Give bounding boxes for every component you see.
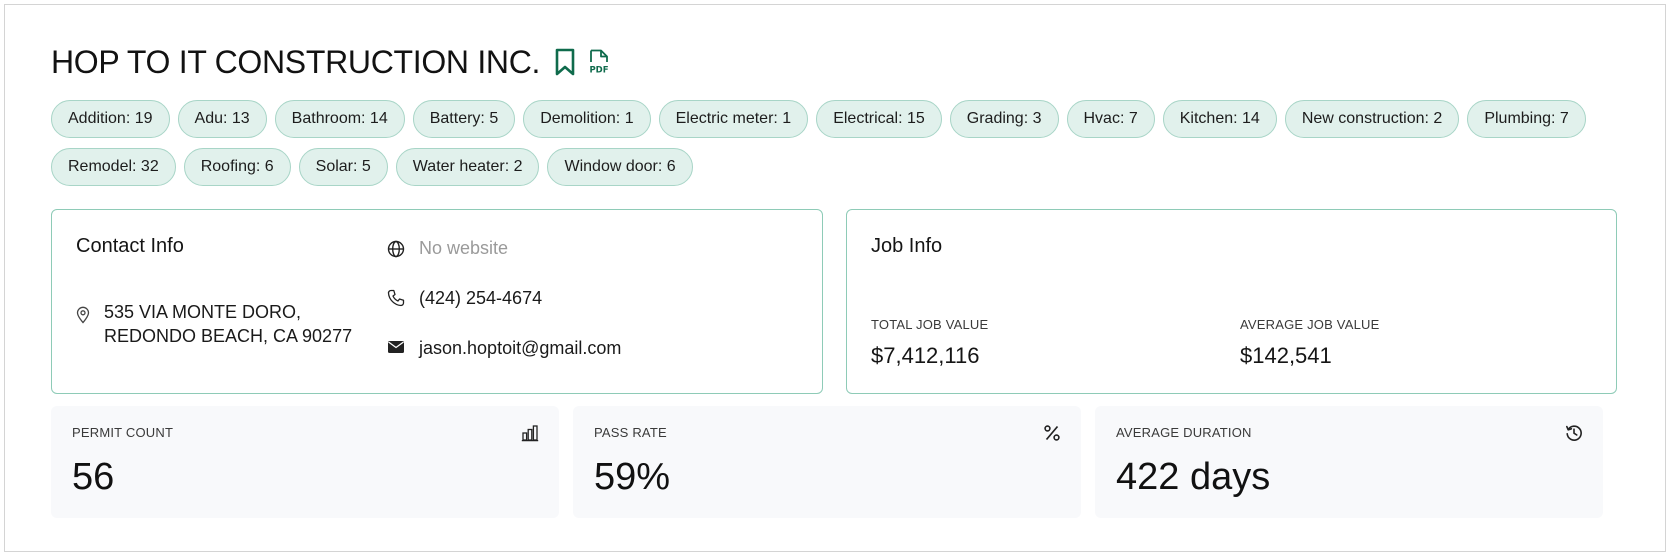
- contact-info-card: Contact Info 535 VIA MONTE DORO, REDONDO…: [51, 209, 823, 394]
- permit-type-tag[interactable]: Demolition: 1: [523, 100, 651, 138]
- permit-count-label: PERMIT COUNT: [72, 425, 174, 440]
- globe-icon: [385, 240, 407, 258]
- permit-count-card: PERMIT COUNT 56: [51, 406, 559, 518]
- address-line-2: REDONDO BEACH, CA 90277: [104, 326, 353, 346]
- company-name: HOP TO IT CONSTRUCTION INC.: [51, 43, 541, 80]
- permit-type-tag[interactable]: Hvac: 7: [1066, 100, 1155, 138]
- permit-type-tag[interactable]: Adu: 13: [177, 100, 267, 138]
- phone-icon: [385, 289, 407, 307]
- average-duration-label: AVERAGE DURATION: [1116, 425, 1252, 440]
- history-clock-icon: [1565, 424, 1583, 447]
- average-job-value-label: AVERAGE JOB VALUE: [1240, 317, 1380, 332]
- permit-type-tag[interactable]: Roofing: 6: [183, 148, 291, 186]
- website-value: No website: [419, 238, 509, 258]
- permit-type-tag[interactable]: Bathroom: 14: [274, 100, 405, 138]
- permit-type-tags: Addition: 19 Adu: 13 Bathroom: 14 Battery: …: [51, 100, 1611, 186]
- permit-type-tag[interactable]: Grading: 3: [949, 100, 1059, 138]
- total-job-value: $7,412,116: [871, 343, 980, 368]
- pass-rate-card: PASS RATE 59%: [573, 406, 1081, 518]
- job-info-title: Job Info: [871, 235, 943, 257]
- pass-rate-value: 59%: [594, 456, 671, 498]
- map-pin-icon: [72, 306, 94, 324]
- phone-row: (424) 254-4674: [385, 288, 542, 309]
- permit-type-tag[interactable]: Water heater: 2: [395, 148, 540, 186]
- percent-icon: [1043, 424, 1061, 447]
- permit-type-tag[interactable]: Kitchen: 14: [1162, 100, 1277, 138]
- phone-link[interactable]: (424) 254-4674: [419, 288, 542, 309]
- company-header: HOP TO IT CONSTRUCTION INC. PDF: [51, 42, 610, 82]
- address-line-1: 535 VIA MONTE DORO,: [104, 302, 302, 322]
- pdf-file-icon[interactable]: PDF: [588, 49, 610, 75]
- average-job-value: $142,541: [1240, 343, 1332, 368]
- permit-type-tag[interactable]: Battery: 5: [412, 100, 516, 138]
- permit-type-tag[interactable]: Plumbing: 7: [1467, 100, 1586, 138]
- bar-chart-icon: [521, 424, 539, 447]
- address-row: 535 VIA MONTE DORO, REDONDO BEACH, CA 90…: [72, 300, 352, 348]
- permit-count-value: 56: [72, 456, 115, 498]
- permit-type-tag[interactable]: Solar: 5: [298, 148, 388, 186]
- average-duration-card: AVERAGE DURATION 422 days: [1095, 406, 1603, 518]
- pdf-label: PDF: [590, 66, 609, 76]
- permit-type-tag[interactable]: Window door: 6: [547, 148, 693, 186]
- pass-rate-label: PASS RATE: [594, 425, 667, 440]
- bookmark-icon[interactable]: [554, 48, 576, 76]
- average-duration-value: 422 days: [1116, 456, 1271, 498]
- permit-type-tag[interactable]: Electrical: 15: [816, 100, 942, 138]
- email-row: jason.hoptoit@gmail.com: [385, 338, 621, 359]
- permit-type-tag[interactable]: Remodel: 32: [51, 148, 176, 186]
- job-info-card: Job Info TOTAL JOB VALUE $7,412,116 AVER…: [846, 209, 1617, 394]
- permit-type-tag[interactable]: New construction: 2: [1284, 100, 1460, 138]
- website-row: No website: [385, 238, 508, 259]
- email-link[interactable]: jason.hoptoit@gmail.com: [419, 338, 621, 359]
- permit-type-tag[interactable]: Electric meter: 1: [658, 100, 809, 138]
- permit-type-tag[interactable]: Addition: 19: [51, 100, 170, 138]
- total-job-value-label: TOTAL JOB VALUE: [871, 317, 989, 332]
- envelope-icon: [385, 340, 407, 354]
- contact-info-title: Contact Info: [76, 235, 184, 257]
